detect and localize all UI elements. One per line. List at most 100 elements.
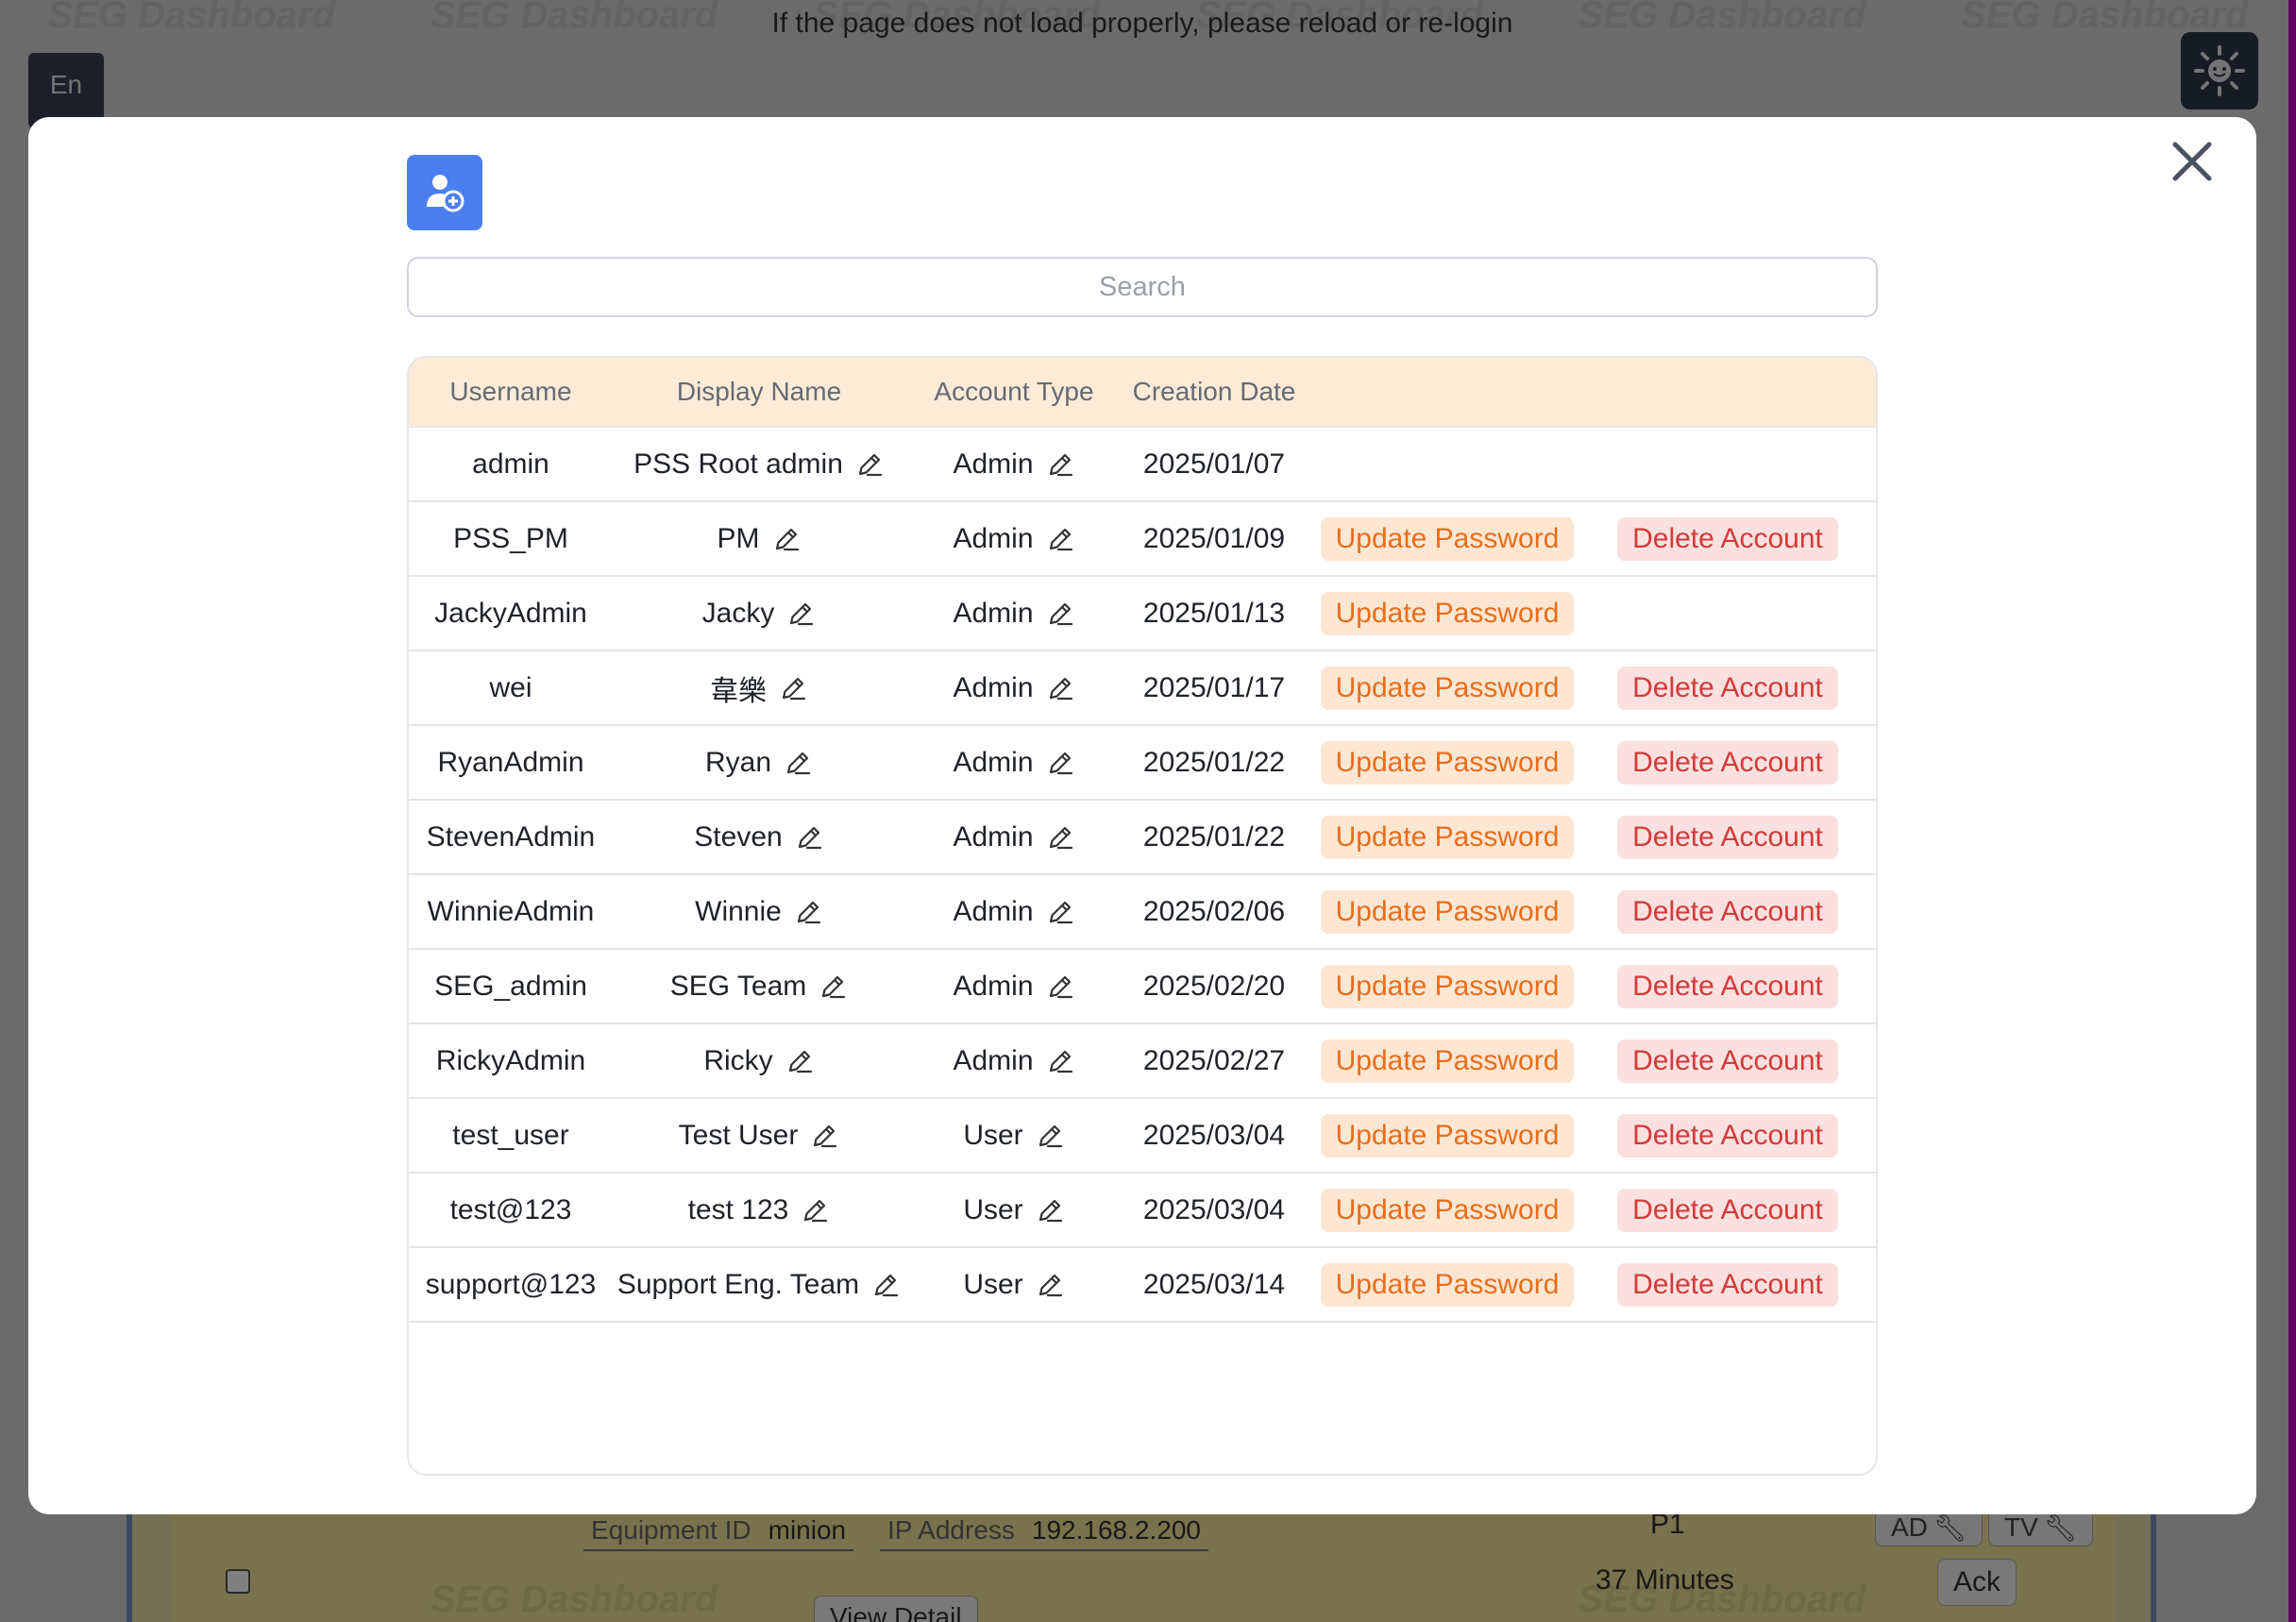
- edit-account-type-pencil-icon[interactable]: [1045, 822, 1075, 853]
- username-cell: PSS_PM: [453, 522, 568, 554]
- account-type-cell: Admin: [905, 1045, 1123, 1077]
- creation-date-cell: 2025/02/06: [1142, 895, 1286, 927]
- edit-display-name-pencil-icon[interactable]: [778, 673, 808, 703]
- table-row: wei 韋樂 Admin 2025/01/17 Update Password Delet…: [409, 651, 1876, 726]
- edit-display-name-pencil-icon[interactable]: [818, 972, 848, 1002]
- edit-account-type-pencil-icon[interactable]: [1045, 1046, 1075, 1076]
- update-password-button[interactable]: Update Password: [1320, 815, 1575, 859]
- update-password-button[interactable]: Update Password: [1320, 1262, 1575, 1307]
- edit-account-type-pencil-icon[interactable]: [1045, 897, 1075, 927]
- update-password-button[interactable]: Update Password: [1320, 1113, 1575, 1157]
- delete-account-button[interactable]: Delete Account: [1617, 964, 1838, 1008]
- edit-account-type-pencil-icon[interactable]: [1035, 1270, 1065, 1300]
- table-row: PSS_PM PM Admin 2025/01/09 Update Password De…: [409, 502, 1876, 577]
- edit-display-name-pencil-icon[interactable]: [854, 449, 885, 480]
- update-password-button[interactable]: Update Password: [1320, 740, 1575, 785]
- delete-account-button[interactable]: Delete Account: [1617, 1039, 1838, 1083]
- table-row: test@123 test 123 User 2025/03/04 Update Pas…: [409, 1174, 1876, 1248]
- edit-account-type-pencil-icon[interactable]: [1045, 673, 1075, 703]
- update-password-cell: Update Password: [1306, 1188, 1589, 1232]
- delete-account-cell: Delete Account: [1589, 1039, 1866, 1083]
- delete-account-button[interactable]: Delete Account: [1617, 1188, 1838, 1232]
- username-cell: test@123: [449, 1193, 572, 1225]
- display-name-text: PSS Root admin: [633, 448, 843, 480]
- delete-account-button[interactable]: Delete Account: [1617, 740, 1838, 785]
- edit-account-type-pencil-icon[interactable]: [1045, 449, 1075, 480]
- edit-display-name-pencil-icon[interactable]: [793, 897, 823, 927]
- delete-account-cell: Delete Account: [1589, 1262, 1866, 1307]
- creation-date-cell: 2025/01/22: [1142, 820, 1286, 853]
- table-row: JackyAdmin Jacky Admin 2025/01/13 Update Pas…: [409, 577, 1876, 651]
- edit-display-name-pencil-icon[interactable]: [794, 822, 824, 853]
- edit-account-type-pencil-icon[interactable]: [1045, 972, 1075, 1002]
- update-password-button[interactable]: Update Password: [1320, 889, 1575, 934]
- creation-date-cell: 2025/01/22: [1142, 746, 1286, 778]
- creation-date-cell: 2025/01/09: [1142, 522, 1286, 554]
- display-name-text: Support Eng. Team: [616, 1268, 860, 1300]
- display-name-cell: Ricky: [613, 1045, 905, 1077]
- update-password-cell: Update Password: [1306, 964, 1589, 1008]
- delete-account-button[interactable]: Delete Account: [1617, 516, 1838, 561]
- table-row: WinnieAdmin Winnie Admin 2025/02/06 Update P…: [409, 875, 1876, 950]
- edit-display-name-pencil-icon[interactable]: [783, 748, 813, 778]
- edit-account-type-pencil-icon[interactable]: [1035, 1195, 1065, 1225]
- edit-display-name-pencil-icon[interactable]: [785, 599, 816, 629]
- display-name-cell: Ryan: [613, 747, 905, 779]
- username-cell: RickyAdmin: [435, 1044, 586, 1076]
- edit-display-name-pencil-icon[interactable]: [800, 1195, 830, 1225]
- update-password-button[interactable]: Update Password: [1320, 666, 1575, 710]
- creation-date-cell: 2025/02/27: [1142, 1044, 1286, 1076]
- search-input[interactable]: [407, 257, 1878, 317]
- account-type-cell: Admin: [905, 971, 1123, 1003]
- username-cell: JackyAdmin: [434, 597, 587, 629]
- edit-display-name-pencil-icon[interactable]: [785, 1046, 815, 1076]
- delete-account-button[interactable]: Delete Account: [1617, 666, 1838, 710]
- delete-account-button[interactable]: Delete Account: [1617, 815, 1838, 859]
- column-header-account-type[interactable]: Account Type: [905, 377, 1123, 407]
- update-password-cell: Update Password: [1306, 815, 1589, 859]
- username-cell: support@123: [425, 1268, 597, 1300]
- table-row: SEG_admin SEG Team Admin 2025/02/20 Update P…: [409, 950, 1876, 1024]
- account-type-cell: Admin: [905, 747, 1123, 779]
- display-name-text: Steven: [694, 820, 783, 853]
- account-type-text: Admin: [953, 970, 1034, 1002]
- creation-date-cell: 2025/03/04: [1142, 1193, 1286, 1225]
- delete-account-cell: Delete Account: [1589, 889, 1866, 934]
- edit-account-type-pencil-icon[interactable]: [1045, 524, 1075, 554]
- edit-display-name-pencil-icon[interactable]: [771, 524, 802, 554]
- delete-account-button[interactable]: Delete Account: [1617, 889, 1838, 934]
- display-name-text: 韋樂: [710, 675, 767, 707]
- edit-display-name-pencil-icon[interactable]: [870, 1270, 901, 1300]
- update-password-button[interactable]: Update Password: [1320, 516, 1575, 561]
- column-header-creation-date[interactable]: Creation Date: [1123, 377, 1306, 407]
- update-password-cell: Update Password: [1306, 889, 1589, 934]
- column-header-display-name[interactable]: Display Name: [613, 377, 905, 407]
- add-user-button[interactable]: [407, 155, 482, 230]
- table-header: Username Display Name Account Type Creat…: [409, 358, 1876, 428]
- delete-account-button[interactable]: Delete Account: [1617, 1113, 1838, 1157]
- update-password-button[interactable]: Update Password: [1320, 1039, 1575, 1083]
- username-cell: StevenAdmin: [426, 820, 596, 853]
- display-name-cell: 韋樂: [613, 667, 905, 709]
- edit-account-type-pencil-icon[interactable]: [1045, 748, 1075, 778]
- table-row: RickyAdmin Ricky Admin 2025/02/27 Update Pas…: [409, 1024, 1876, 1099]
- edit-display-name-pencil-icon[interactable]: [809, 1121, 839, 1151]
- account-type-text: User: [963, 1193, 1023, 1225]
- account-type-text: Admin: [953, 671, 1034, 703]
- edit-account-type-pencil-icon[interactable]: [1045, 599, 1075, 629]
- delete-account-cell: Delete Account: [1589, 666, 1866, 710]
- display-name-text: PM: [717, 522, 760, 554]
- column-header-username[interactable]: Username: [409, 377, 613, 407]
- update-password-button[interactable]: Update Password: [1320, 591, 1575, 635]
- edit-account-type-pencil-icon[interactable]: [1035, 1121, 1065, 1151]
- creation-date-cell: 2025/03/04: [1142, 1119, 1286, 1151]
- close-button[interactable]: [2162, 131, 2222, 192]
- display-name-cell: PM: [613, 523, 905, 555]
- delete-account-button[interactable]: Delete Account: [1617, 1262, 1838, 1307]
- username-cell: wei: [489, 671, 532, 703]
- display-name-text: Jacky: [701, 597, 775, 629]
- update-password-button[interactable]: Update Password: [1320, 964, 1575, 1008]
- delete-account-cell: Delete Account: [1589, 1113, 1866, 1157]
- display-name-text: SEG Team: [669, 970, 807, 1002]
- update-password-button[interactable]: Update Password: [1320, 1188, 1575, 1232]
